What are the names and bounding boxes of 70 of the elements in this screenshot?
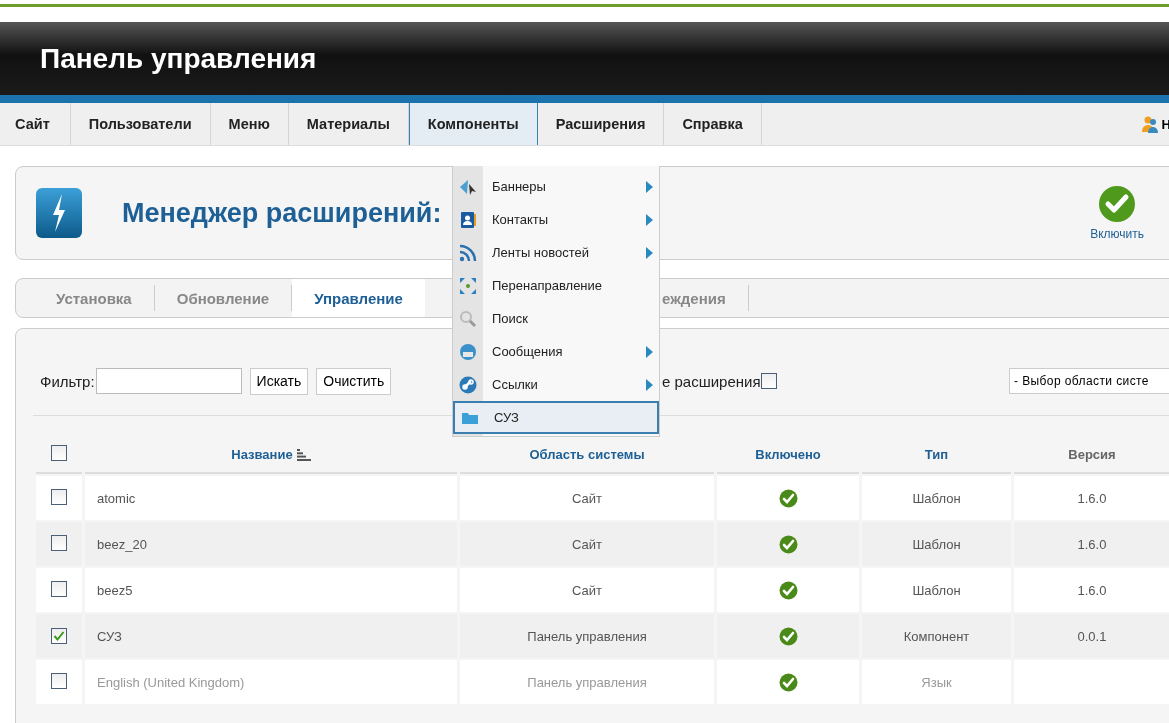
search-button[interactable]: Искать <box>249 367 309 395</box>
dropdown-item[interactable]: СУЗ <box>453 401 659 434</box>
enabled-check-icon[interactable] <box>778 626 798 646</box>
magnifier-icon <box>459 309 477 328</box>
enabled-check-icon[interactable] <box>778 534 798 554</box>
row-checkbox[interactable] <box>51 672 67 689</box>
row-checkbox[interactable] <box>51 580 67 597</box>
table-cell: СУЗ <box>97 628 122 644</box>
dropdown-item[interactable]: Ленты новостей <box>453 236 659 269</box>
table-cell: atomic <box>97 490 136 506</box>
table-cell: Шаблон <box>912 490 961 506</box>
table-cell: 0.0.1 <box>1077 628 1107 644</box>
menu-item[interactable]: Сайт <box>0 103 71 145</box>
dropdown-item[interactable]: Баннеры <box>453 170 659 203</box>
lightning-icon <box>36 188 82 238</box>
checkbox[interactable] <box>760 373 777 389</box>
dropdown-item[interactable]: Контакты <box>453 203 659 236</box>
menu-item[interactable]: Компоненты <box>408 103 538 145</box>
dropdown-item[interactable]: Перенаправление <box>453 269 659 302</box>
enabled-check-icon[interactable] <box>778 672 798 692</box>
menu-item[interactable]: Справка <box>664 103 762 145</box>
checkbox-label: е расширения <box>662 372 761 390</box>
table-cell: Сайт <box>572 490 602 506</box>
row-checkbox[interactable] <box>51 534 67 551</box>
column-header: Версия <box>1068 446 1116 462</box>
enabled-check-icon[interactable] <box>778 488 798 508</box>
menu-item[interactable]: Материалы <box>288 103 409 145</box>
table-cell: beez_20 <box>97 536 147 552</box>
banner-icon <box>459 177 477 196</box>
row-checkbox[interactable] <box>51 488 67 505</box>
chain-link-icon <box>459 375 477 394</box>
contact-card-icon <box>459 210 477 229</box>
table-cell: Панель управления <box>527 674 647 690</box>
filter-field[interactable] <box>95 368 242 394</box>
table-cell: Компонент <box>903 628 970 644</box>
table-cell: English (United Kingdom) <box>97 674 245 690</box>
enabled-check-icon[interactable] <box>778 580 798 600</box>
checkbox[interactable] <box>51 444 67 461</box>
table-cell: Шаблон <box>912 536 961 552</box>
page-title: Менеджер расширений: <box>122 197 442 229</box>
column-header-link[interactable]: Тип <box>924 446 949 462</box>
window-title: Панель управления <box>40 42 317 75</box>
table-cell: 1.6.0 <box>1077 490 1107 506</box>
checkmark-icon <box>1098 185 1137 223</box>
menu-item[interactable]: Расширения <box>537 103 665 145</box>
table-cell: 1.6.0 <box>1077 582 1107 598</box>
column-header-link[interactable]: Название <box>231 446 293 462</box>
menu-item[interactable]: Пользователи <box>70 103 211 145</box>
clear-button[interactable]: Очистить <box>316 367 392 395</box>
filter-label: Фильтр: <box>40 372 95 390</box>
arrows-icon <box>459 276 477 295</box>
table-cell: Шаблон <box>912 582 961 598</box>
subtab[interactable]: Управление <box>292 279 425 317</box>
table-cell: Сайт <box>572 582 602 598</box>
user-icon <box>1140 115 1159 133</box>
dropdown-item[interactable]: Ссылки <box>453 368 659 401</box>
table-cell: Язык <box>921 674 952 690</box>
enable-button[interactable]: Включить <box>1090 185 1144 241</box>
dropdown-item[interactable]: Поиск <box>453 302 659 335</box>
row-checkbox[interactable] <box>51 627 67 644</box>
table-cell: Сайт <box>572 536 602 552</box>
dropdown-item[interactable]: Сообщения <box>453 335 659 368</box>
table-cell: Панель управления <box>527 628 647 644</box>
table-cell: 1.6.0 <box>1077 536 1107 552</box>
area-select[interactable]: - Выбор области систе <box>1009 368 1169 394</box>
table-cell: beez5 <box>97 582 133 598</box>
rss-icon <box>459 243 477 262</box>
column-header-link[interactable]: Включено <box>755 446 821 462</box>
column-header-link[interactable]: Область системы <box>529 446 645 462</box>
menu-item[interactable]: Меню <box>210 103 289 145</box>
